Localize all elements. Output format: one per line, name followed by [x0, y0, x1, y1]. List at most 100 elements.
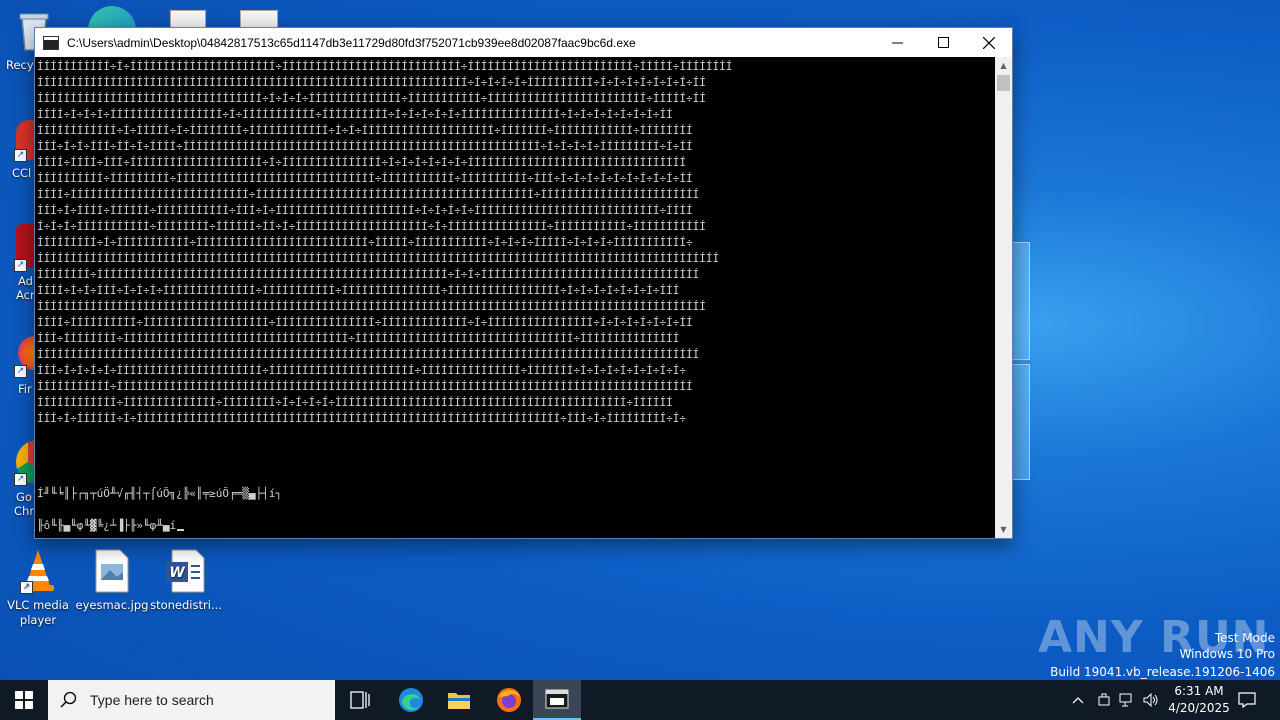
clock-date: 4/20/2025 [1168, 701, 1230, 715]
console-line: ÍÍÍ÷Í÷Í÷ÍÍÍ÷ÍÍ÷Í÷ÍÍÍÍ÷ÍÍÍÍÍÍÍÍÍÍÍÍÍÍÍÍÍÍ… [37, 140, 693, 153]
desktop-icon-label: stonedistri... [150, 598, 222, 612]
close-icon [983, 36, 995, 49]
console-garbled-line: ╟ô╙╟▄╙φ╙▓╚¿┴▐├╟»╙φ╨▄í [37, 519, 177, 532]
show-hidden-icons-button[interactable] [1068, 680, 1088, 720]
wallpaper-logo-pane [1012, 242, 1030, 360]
folder-icon [448, 693, 470, 709]
console-line: ÍÍÍÍÍÍÍÍÍ÷Í÷ÍÍÍÍÍÍÍÍÍÍÍ÷ÍÍÍÍÍÍÍÍÍÍÍÍÍÍÍÍ… [37, 236, 693, 249]
taskbar-firefox-button[interactable] [485, 680, 533, 720]
shortcut-arrow-icon: ↗ [14, 149, 27, 162]
watermark-test-mode: Test Mode [1214, 631, 1275, 645]
desktop-icon-label: Chr [14, 504, 35, 518]
console-input-line[interactable]: ╟ô╙╟▄╙φ╙▓╚¿┴▐├╟»╙φ╨▄í [37, 519, 185, 532]
console-line: ÍÍÍÍÍÍÍÍÍÍÍÍ÷Í÷ÍÍÍÍÍ÷Í÷ÍÍÍÍÍÍÍÍ÷ÍÍÍÍÍÍÍÍ… [37, 124, 693, 137]
taskbar-search-box[interactable]: Type here to search [48, 680, 335, 720]
desktop-icon-label: Acr [16, 288, 35, 302]
console-line: ÍÍÍÍÍÍÍÍ÷ÍÍÍÍÍÍÍÍÍÍÍÍÍÍÍÍÍÍÍÍÍÍÍÍÍÍÍÍÍÍÍ… [37, 268, 700, 281]
console-line: ÍÍÍÍÍÍÍÍÍÍÍÍÍÍÍÍÍÍÍÍÍÍÍÍÍÍÍÍÍÍÍÍÍÍÍÍÍÍÍÍ… [37, 252, 720, 265]
watermark-edition: Windows 10 Pro [1179, 647, 1275, 661]
image-file-icon [90, 548, 134, 594]
console-line: ÍÍÍÍ÷ÍÍÍÍÍÍÍÍÍÍÍÍÍÍÍÍÍÍÍÍÍÍÍÍÍÍÍ÷ÍÍÍÍÍÍÍ… [37, 188, 700, 201]
watermark-build: Build 19041.vb_release.191206-1406 [1050, 665, 1275, 679]
edge-icon [88, 6, 136, 28]
console-line: ÍÍÍÍÍÍÍÍÍÍÍ÷Í÷ÍÍÍÍÍÍÍÍÍÍÍÍÍÍÍÍÍÍÍÍÍÍ÷ÍÍÍ… [37, 60, 733, 73]
device-icon [1098, 693, 1110, 706]
taskbar: Type here to search 6:31 AM 4/20/2025 [0, 680, 1280, 720]
search-icon [60, 691, 77, 708]
console-line: ÍÍÍÍÍÍÍÍÍÍÍÍÍÍÍÍÍÍÍÍÍÍÍÍÍÍÍÍÍÍÍÍÍÍÍÍÍÍÍÍ… [37, 300, 706, 313]
taskbar-file-explorer-button[interactable] [435, 680, 483, 720]
console-line: Í÷Í÷Í÷ÍÍÍÍÍÍÍÍÍÍÍ÷ÍÍÍÍÍÍÍÍ÷ÍÍÍÍÍÍ÷ÍÍ÷Í÷Í… [37, 220, 706, 233]
start-button[interactable] [0, 680, 48, 720]
word-document-icon: W [164, 548, 208, 594]
console-line: ÍÍÍÍ÷ÍÍÍÍ÷ÍÍÍ÷ÍÍÍÍÍÍÍÍÍÍÍÍÍÍÍÍÍÍÍÍ÷Í÷ÍÍÍ… [37, 156, 687, 169]
console-line: ÍÍÍÍÍÍÍÍÍÍÍÍ÷ÍÍÍÍÍÍÍÍÍÍÍÍÍÍ÷ÍÍÍÍÍÍÍÍ÷Í÷Í… [37, 396, 673, 409]
desktop-icon-vlc[interactable]: ↗ VLC media player [0, 548, 76, 628]
minimize-icon [891, 42, 903, 44]
console-line: ÍÍÍÍÍÍÍÍÍÍ÷ÍÍÍÍÍÍÍÍÍ÷ÍÍÍÍÍÍÍÍÍÍÍÍÍÍÍÍÍÍÍ… [37, 172, 693, 185]
console-garbled-line: Í╜╙╘║├┌╖┬úÖ╨√╓╢┤┬⌠úÖ╗¿╠«║╤≥úÖ╒═▒▄├┤í┐ [37, 487, 283, 500]
task-view-button[interactable] [336, 680, 384, 720]
console-window[interactable]: C:\Users\admin\Desktop\04842817513c65d11… [34, 27, 1013, 539]
tray-device-button[interactable] [1094, 680, 1114, 720]
console-line: ÍÍÍÍÍÍÍÍÍÍÍ÷ÍÍÍÍÍÍÍÍÍÍÍÍÍÍÍÍÍÍÍÍÍÍÍÍÍÍÍÍ… [37, 380, 693, 393]
desktop-icon-label: Go [16, 490, 32, 504]
console-output[interactable]: ÍÍÍÍÍÍÍÍÍÍÍ÷Í÷ÍÍÍÍÍÍÍÍÍÍÍÍÍÍÍÍÍÍÍÍÍÍ÷ÍÍÍ… [35, 57, 995, 538]
chevron-up-icon [1072, 697, 1084, 704]
console-line: ÍÍÍ÷Í÷Í÷Í÷Í÷ÍÍÍÍÍÍÍÍÍÍÍÍÍÍÍÍÍÍÍÍÍÍ÷ÍÍÍÍÍ… [37, 364, 687, 377]
title-bar[interactable]: C:\Users\admin\Desktop\04842817513c65d11… [35, 28, 1012, 57]
scroll-down-icon[interactable]: ▼ [995, 521, 1012, 538]
window-title: C:\Users\admin\Desktop\04842817513c65d11… [67, 35, 636, 50]
console-line: ÍÍÍ÷Í÷ÍÍÍÍ÷ÍÍÍÍÍÍ÷ÍÍÍÍÍÍÍÍÍÍÍ÷ÍÍÍ÷Í÷ÍÍÍÍ… [37, 204, 693, 217]
console-line: ÍÍÍÍÍÍÍÍÍÍÍÍÍÍÍÍÍÍÍÍÍÍÍÍÍÍÍÍÍÍÍÍÍÍ÷Í÷Í÷Í… [37, 92, 706, 105]
console-line: ÍÍÍÍ÷ÍÍÍÍÍÍÍÍÍÍ÷ÍÍÍÍÍÍÍÍÍÍÍÍÍÍÍÍÍÍÍ÷ÍÍÍÍ… [37, 316, 693, 329]
desktop-icon-label: VLC media player [7, 598, 69, 627]
taskbar-console-button[interactable] [533, 680, 581, 720]
desktop-icon-label: Recy [6, 58, 34, 72]
close-button[interactable] [966, 28, 1012, 57]
console-line: ÍÍÍÍÍÍÍÍÍÍÍÍÍÍÍÍÍÍÍÍÍÍÍÍÍÍÍÍÍÍÍÍÍÍÍÍÍÍÍÍ… [37, 348, 700, 361]
svg-text:W: W [169, 565, 185, 581]
desktop-icon-label: Fir [18, 382, 32, 396]
firefox-icon [497, 688, 521, 712]
console-line: ÍÍÍÍ÷Í÷Í÷ÍÍÍ÷Í÷Í÷Í÷ÍÍÍÍÍÍÍÍÍÍÍÍÍÍ÷ÍÍÍÍÍÍ… [37, 284, 680, 297]
wallpaper-logo-pane [1012, 364, 1030, 480]
shortcut-arrow-icon: ↗ [14, 365, 27, 378]
console-app-icon [545, 689, 569, 709]
vertical-scrollbar[interactable]: ▲ ▼ [995, 57, 1012, 538]
taskbar-clock[interactable]: 6:31 AM 4/20/2025 [1164, 683, 1234, 717]
task-view-icon [350, 691, 370, 709]
clock-time: 6:31 AM [1174, 684, 1224, 698]
scroll-up-icon[interactable]: ▲ [995, 57, 1012, 74]
shortcut-arrow-icon: ↗ [14, 473, 27, 486]
tray-volume-button[interactable] [1140, 680, 1162, 720]
windows-logo-icon [15, 691, 33, 709]
maximize-icon [937, 37, 949, 48]
desktop-icon-eyesmac[interactable]: eyesmac.jpg [74, 548, 150, 613]
console-line: ÍÍÍ÷ÍÍÍÍÍÍÍÍ÷ÍÍÍÍÍÍÍÍÍÍÍÍÍÍÍÍÍÍÍÍÍÍÍÍÍÍÍ… [37, 332, 680, 345]
text-cursor [177, 529, 185, 531]
console-line: ÍÍÍÍÍÍÍÍÍÍÍÍÍÍÍÍÍÍÍÍÍÍÍÍÍÍÍÍÍÍÍÍÍÍÍÍÍÍÍÍ… [37, 76, 706, 89]
console-line: ÍÍÍ÷Í÷ÍÍÍÍÍÍ÷Í÷ÍÍÍÍÍÍÍÍÍÍÍÍÍÍÍÍÍÍÍÍÍÍÍÍÍ… [37, 412, 687, 425]
shortcut-arrow-icon: ↗ [20, 581, 33, 594]
edge-icon [399, 688, 423, 712]
scrollbar-thumb[interactable] [997, 75, 1010, 91]
desktop-icon-edge-top[interactable] [88, 6, 136, 28]
console-text-block: ÍÍÍÍÍÍÍÍÍÍÍ÷Í÷ÍÍÍÍÍÍÍÍÍÍÍÍÍÍÍÍÍÍÍÍÍÍ÷ÍÍÍ… [37, 59, 732, 427]
console-app-icon [43, 35, 59, 50]
desktop-icon-stonedistri[interactable]: W stonedistri... [148, 548, 224, 613]
vlc-cone-icon: ↗ [16, 548, 60, 594]
desktop-icon-label: Ad [18, 274, 33, 288]
tray-network-button[interactable] [1116, 680, 1138, 720]
action-center-button[interactable] [1234, 680, 1260, 720]
minimize-button[interactable] [874, 28, 920, 57]
console-line: ÍÍÍÍ÷Í÷Í÷Í÷ÍÍÍÍÍÍÍÍÍÍÍÍÍÍÍÍÍ÷Í÷ÍÍÍÍÍÍÍÍÍ… [37, 108, 673, 121]
shortcut-arrow-icon: ↗ [14, 259, 27, 272]
desktop-icon-label: eyesmac.jpg [75, 598, 149, 612]
maximize-button[interactable] [920, 28, 966, 57]
search-placeholder: Type here to search [90, 692, 214, 708]
taskbar-edge-button[interactable] [387, 680, 435, 720]
desktop-icon-label: CCl [12, 166, 32, 180]
network-icon [1119, 693, 1132, 707]
volume-icon [1143, 693, 1158, 707]
